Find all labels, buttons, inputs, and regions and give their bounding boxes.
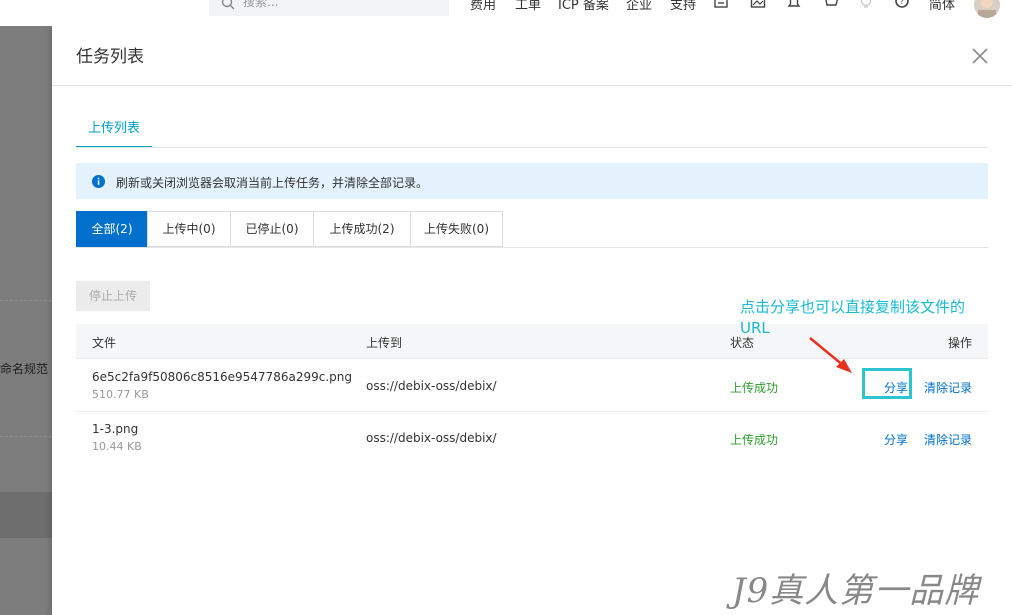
bg-partial-label: 命名规范 [0,362,49,376]
drawer-title: 任务列表 [76,47,144,67]
close-icon[interactable] [970,46,990,66]
svg-text:?: ? [900,0,904,6]
avatar[interactable] [974,0,1000,18]
file-size: 10.44 KB [92,440,142,453]
bg-row-band [0,492,52,538]
notice-text: 刷新或关闭浏览器会取消当前上传任务，并清除全部记录。 [116,176,429,190]
bell-icon[interactable] [786,0,802,14]
clear-record-link[interactable]: 清除记录 [924,431,972,448]
nav-support[interactable]: 支持 [670,0,696,13]
global-search-input[interactable]: 搜索... [209,0,449,16]
bulb-icon[interactable] [858,0,874,14]
tab-divider [76,147,988,148]
image-icon[interactable] [750,0,766,14]
top-navigation-bar: 搜索... 费用 工单 ICP 备案 企业 支持 ? 简体 [0,0,1012,26]
upload-destination: oss://debix-oss/debix/ [366,379,497,393]
share-link[interactable]: 分享 [884,431,908,448]
help-icon[interactable]: ? [894,0,910,14]
file-name: 1-3.png [92,422,139,436]
column-destination: 上传到 [366,336,403,350]
cart-icon[interactable] [822,0,839,14]
info-notice: 刷新或关闭浏览器会取消当前上传任务，并清除全部记录。 [76,163,988,199]
filter-failed[interactable]: 上传失败(0) [410,211,503,247]
background-page-overlay: 命名规范 [0,26,52,615]
info-icon [92,175,105,191]
annotation-text: 点击分享也可以直接复制该文件的URL [740,298,966,337]
table-row: 1-3.png 10.44 KB oss://debix-oss/debix/ … [76,411,988,463]
tab-upload-list[interactable]: 上传列表 [76,120,152,148]
upload-status: 上传成功 [730,381,779,395]
stop-upload-button[interactable]: 停止上传 [76,281,150,311]
bg-divider [0,436,52,437]
nav-billing[interactable]: 费用 [470,0,496,13]
clear-record-link[interactable]: 清除记录 [924,379,972,396]
cloud-shell-icon[interactable] [713,0,729,14]
annotation-arrow-icon [809,337,852,373]
upload-destination: oss://debix-oss/debix/ [366,431,497,445]
upload-status: 上传成功 [730,433,779,447]
language-switch[interactable]: 简体 [929,0,955,13]
share-link[interactable]: 分享 [884,379,908,396]
filter-divider [76,247,988,248]
filter-all[interactable]: 全部(2) [76,211,148,247]
file-name: 6e5c2fa9f50806c8516e9547786a299c.png [92,370,352,384]
filter-success[interactable]: 上传成功(2) [313,211,411,247]
search-icon [221,0,235,13]
nav-icp[interactable]: ICP 备案 [558,0,609,13]
search-placeholder: 搜索... [243,0,279,9]
column-file: 文件 [92,336,117,350]
nav-enterprise[interactable]: 企业 [626,0,652,13]
filter-uploading[interactable]: 上传中(0) [147,211,231,247]
title-divider [52,85,1012,86]
nav-tickets[interactable]: 工单 [515,0,541,13]
watermark: J9真人第一品牌 [732,571,980,611]
bg-divider [0,300,52,301]
file-size: 510.77 KB [92,388,149,401]
filter-stopped[interactable]: 已停止(0) [230,211,314,247]
